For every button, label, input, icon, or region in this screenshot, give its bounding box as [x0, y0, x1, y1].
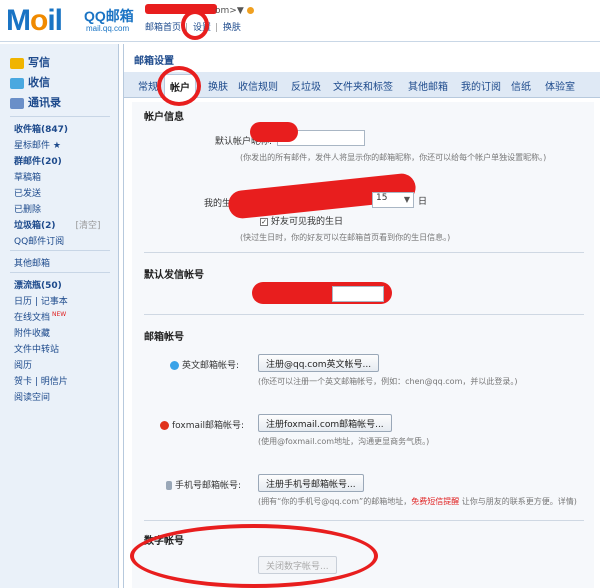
- mobile-account-hint: (拥有“你的手机号@qq.com”的邮箱地址，免费短信提醒 让你与朋友的联系更方…: [258, 497, 577, 506]
- folder-drafts[interactable]: 草稿箱: [14, 170, 41, 183]
- english-account-hint: (你还可以注册一个英文邮箱帐号，例如：chen@qq.com，并以此登录。): [258, 377, 518, 386]
- register-foxmail-account-button[interactable]: 注册foxmail.com邮箱帐号...: [258, 414, 392, 432]
- nav-skin-link[interactable]: 换肤: [223, 23, 241, 33]
- folder-subscriptions[interactable]: QQ邮件订阅: [14, 234, 64, 247]
- tool-drift-bottle[interactable]: 漂流瓶(50): [14, 278, 62, 291]
- new-badge: NEW: [52, 311, 67, 318]
- compose-button[interactable]: 写信: [10, 54, 50, 70]
- folder-group[interactable]: 群邮件(20): [14, 154, 62, 167]
- sidebar-divider: [10, 272, 110, 273]
- english-account-label: 英文邮箱帐号:: [170, 358, 239, 371]
- inbox-button[interactable]: 收信: [10, 74, 50, 90]
- folder-sent[interactable]: 已发送: [14, 186, 41, 199]
- tab-skin[interactable]: 换肤: [208, 78, 228, 93]
- default-sender-select[interactable]: [332, 286, 384, 302]
- quick-actions: 写信 收信 通讯录: [4, 48, 114, 112]
- mail-accounts-title: 邮箱帐号: [144, 332, 184, 343]
- tab-folders-labels[interactable]: 文件夹和标签: [333, 78, 393, 93]
- redacted-nickname: [250, 122, 298, 142]
- foxmail-icon: [160, 421, 169, 430]
- other-mailboxes[interactable]: 其他邮箱: [14, 256, 50, 269]
- annotation-oval-digital-account: [130, 524, 378, 588]
- birthday-hint: (快过生日时，你的好友可以在邮箱首页看到你的生日信息。): [240, 233, 451, 242]
- logo-url: mail.qq.com: [86, 24, 130, 33]
- default-sender-title: 默认发信帐号: [144, 270, 204, 281]
- redacted-username: [145, 4, 217, 14]
- free-sms-link[interactable]: 免费短信提醒: [411, 497, 459, 506]
- tab-subscriptions[interactable]: 我的订阅: [461, 78, 501, 93]
- tool-cards[interactable]: 贺卡 | 明信片: [14, 374, 68, 387]
- nav-home-link[interactable]: 邮箱首页: [145, 23, 181, 33]
- tool-reading-space[interactable]: 阅读空间: [14, 390, 50, 403]
- register-english-account-button[interactable]: 注册@qq.com英文帐号...: [258, 354, 380, 372]
- tab-receive-rules[interactable]: 收信规则: [238, 78, 278, 93]
- tool-attachments[interactable]: 附件收藏: [14, 326, 50, 339]
- sidebar-divider: [10, 116, 110, 117]
- birthday-day-select[interactable]: 15 ▼: [372, 192, 414, 208]
- status-dot-icon: [246, 7, 254, 14]
- clear-spam-link[interactable]: [清空]: [76, 221, 101, 231]
- account-info-title: 帐户信息: [144, 112, 184, 123]
- contacts-icon: [10, 97, 24, 109]
- tab-labs[interactable]: 体验室: [545, 78, 575, 93]
- tab-other-mailboxes[interactable]: 其他邮箱: [408, 78, 448, 93]
- annotation-oval-settings: [181, 10, 209, 40]
- mobile-account-label: 手机号邮箱帐号:: [166, 478, 241, 491]
- section-divider: [144, 252, 584, 253]
- annotation-oval-account-tab: [157, 66, 201, 106]
- logo-mail-text: Moil: [6, 4, 63, 37]
- register-mobile-account-button[interactable]: 注册手机号邮箱帐号...: [258, 474, 364, 492]
- folder-deleted[interactable]: 已删除: [14, 202, 41, 215]
- checkbox-check-icon: ✓: [260, 217, 268, 226]
- section-divider: [144, 520, 584, 521]
- account-settings-content: 帐户信息 默认帐户昵称: (你发出的所有邮件，发件人将显示你的邮箱昵称，你还可以…: [132, 102, 594, 588]
- header: Moil QQ邮箱 mail.qq.com om>▼ 邮箱首页 | 设置 | 换肤: [0, 0, 600, 42]
- qq-icon: [170, 361, 179, 370]
- birthday-day-suffix: 日: [418, 197, 428, 207]
- logo-qq-text: QQ邮箱: [84, 8, 134, 24]
- tab-general[interactable]: 常规: [138, 78, 158, 93]
- folder-starred[interactable]: 星标邮件 ★: [14, 138, 61, 151]
- inbox-icon: [10, 77, 24, 89]
- settings-panel: 邮箱设置 常规 帐户 换肤 收信规则 反垃圾 文件夹和标签 其他邮箱 我的订阅 …: [123, 44, 600, 588]
- tool-reading[interactable]: 阅历: [14, 358, 32, 371]
- birthday-visible-checkbox[interactable]: ✓ 好友可见我的生日: [260, 214, 343, 227]
- nickname-hint: (你发出的所有邮件，发件人将显示你的邮箱昵称，你还可以给每个帐户单独设置昵称。): [240, 153, 547, 162]
- tool-online-docs[interactable]: 在线文档 NEW: [14, 310, 66, 323]
- folder-spam[interactable]: 垃圾箱(2) [清空]: [14, 218, 101, 231]
- birthday-label: 我的生: [204, 199, 232, 209]
- chevron-down-icon: ▼: [403, 195, 410, 204]
- sidebar: 写信 收信 通讯录 收件箱(847) 星标邮件 ★ 群邮件(20) 草稿箱 已发…: [0, 44, 119, 588]
- foxmail-account-label: foxmail邮箱帐号:: [160, 418, 244, 431]
- foxmail-account-hint: (使用@foxmail.com地址，沟通更显商务气质。): [258, 437, 430, 446]
- section-divider: [144, 314, 584, 315]
- page-title: 邮箱设置: [134, 56, 174, 67]
- contacts-button[interactable]: 通讯录: [10, 94, 61, 110]
- tab-anti-spam[interactable]: 反垃圾: [291, 78, 321, 93]
- tab-stationery[interactable]: 信纸: [511, 78, 531, 93]
- tool-file-transfer[interactable]: 文件中转站: [14, 342, 59, 355]
- user-email[interactable]: om>▼: [215, 6, 254, 16]
- mobile-phone-icon: [166, 481, 172, 490]
- folder-inbox[interactable]: 收件箱(847): [14, 122, 68, 135]
- pencil-icon: [10, 57, 24, 69]
- tool-calendar-notes[interactable]: 日历 | 记事本: [14, 294, 68, 307]
- sidebar-divider: [10, 250, 110, 251]
